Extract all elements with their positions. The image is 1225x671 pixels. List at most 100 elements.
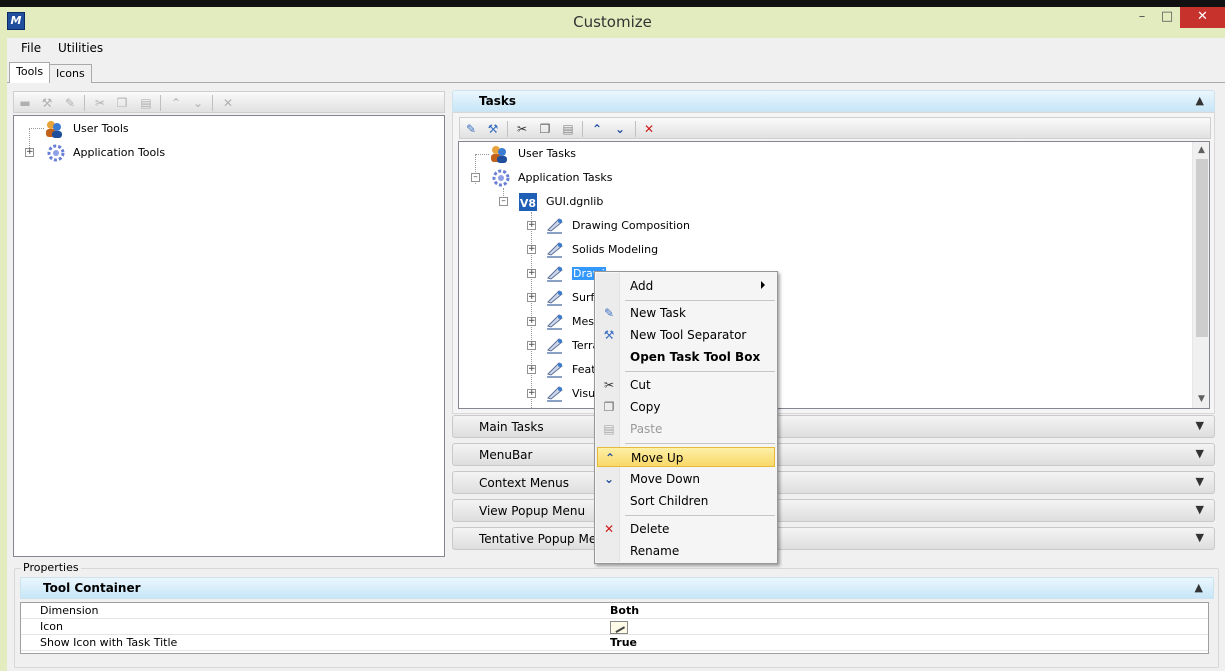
copy-icon[interactable]: ❐ (114, 95, 130, 111)
expand-icon[interactable]: + (527, 317, 536, 326)
submenu-arrow-icon (761, 281, 765, 289)
cut-icon[interactable]: ✂ (92, 95, 108, 111)
panel-menubar[interactable]: MenuBar ▼ (452, 443, 1215, 466)
delete-icon[interactable]: ✕ (220, 95, 236, 111)
tool-container-header[interactable]: Tool Container ▲ (20, 577, 1214, 599)
v8-library-icon: V8 (519, 193, 537, 211)
vertical-scrollbar[interactable]: ▲ ▼ (1192, 142, 1209, 408)
tree-item-task[interactable]: + Drawing Composition (459, 216, 859, 236)
expand-icon[interactable]: + (25, 148, 34, 157)
scroll-up-icon[interactable]: ▲ (1193, 142, 1209, 159)
menu-item-copy[interactable]: ❐ Copy (597, 397, 775, 417)
panel-context-menus[interactable]: Context Menus ▼ (452, 471, 1215, 494)
tree-item-application-tools[interactable]: + Application Tools (14, 143, 314, 163)
expand-icon[interactable]: ▼ (1196, 503, 1204, 516)
task-icon (547, 266, 563, 282)
property-row-icon[interactable]: Icon (21, 619, 1208, 635)
new-toolbox-icon[interactable]: ▬ (17, 95, 33, 111)
new-tool-icon[interactable]: ⚒ (39, 95, 55, 111)
tree-item-user-tools[interactable]: User Tools (14, 119, 314, 139)
window-title: Customize (573, 13, 652, 31)
menu-item-open-task-tool-box[interactable]: Open Task Tool Box (597, 347, 775, 367)
context-menu: Add ✎ New Task ⚒ New Tool Separator Open… (594, 271, 778, 564)
menu-item-move-up[interactable]: ⌃ Move Up (597, 447, 775, 467)
user-tools-icon (46, 121, 62, 138)
menu-item-paste[interactable]: ▤ Paste (597, 419, 775, 439)
expand-icon[interactable]: + (527, 341, 536, 350)
gear-icon (47, 144, 65, 162)
cut-icon: ✂ (603, 378, 615, 392)
tools-tree: User Tools + Application Tools (13, 115, 445, 557)
new-task-icon[interactable]: ✎ (463, 121, 479, 137)
expand-icon[interactable]: + (527, 269, 536, 278)
tree-item-application-tasks[interactable]: – Application Tasks (459, 168, 859, 188)
expand-icon[interactable]: ▼ (1196, 447, 1204, 460)
copy-icon[interactable]: ❐ (537, 121, 553, 137)
menu-item-rename[interactable]: Rename (597, 541, 775, 561)
task-icon (547, 386, 563, 402)
menu-item-delete[interactable]: ✕ Delete (597, 519, 775, 539)
tasks-panel-header[interactable]: Tasks ▲ (452, 90, 1215, 112)
expand-icon[interactable]: + (527, 293, 536, 302)
scroll-down-icon[interactable]: ▼ (1193, 391, 1209, 408)
menu-utilities[interactable]: Utilities (58, 41, 103, 55)
title-bar: M Customize – □ ✕ (0, 0, 1225, 38)
menu-item-sort-children[interactable]: Sort Children (597, 491, 775, 511)
menu-item-move-down[interactable]: ⌄ Move Down (597, 469, 775, 489)
move-up-icon[interactable]: ⌃ (589, 121, 605, 137)
new-separator-icon: ⚒ (603, 328, 615, 342)
task-icon (547, 242, 563, 258)
icon-preview-icon[interactable] (610, 620, 628, 634)
expand-icon[interactable]: ▼ (1196, 419, 1204, 432)
properties-grid: Dimension Both Icon Show Icon with Task … (20, 602, 1209, 654)
property-row-dimension[interactable]: Dimension Both (21, 603, 1208, 619)
menu-item-new-task[interactable]: ✎ New Task (597, 303, 775, 323)
delete-icon[interactable]: ✕ (641, 121, 657, 137)
task-icon (547, 314, 563, 330)
tab-strip: Tools Icons (7, 62, 1225, 83)
collapse-icon[interactable]: ▲ (1195, 581, 1203, 594)
tree-item-label: Solids Modeling (572, 243, 659, 256)
menu-item-add[interactable]: Add (597, 276, 775, 296)
new-separator-icon[interactable]: ✎ (62, 95, 78, 111)
scroll-thumb[interactable] (1196, 159, 1208, 337)
expand-icon[interactable]: + (527, 365, 536, 374)
panel-view-popup-menu[interactable]: View Popup Menu ▼ (452, 499, 1215, 522)
move-down-icon[interactable]: ⌄ (612, 121, 628, 137)
collapse-icon[interactable]: – (499, 197, 508, 206)
gear-icon (492, 169, 510, 187)
move-up-icon[interactable]: ⌃ (168, 95, 184, 111)
tree-item-label: Feat (572, 363, 596, 376)
svg-text:V8: V8 (520, 197, 536, 210)
tab-icons[interactable]: Icons (49, 64, 92, 83)
tree-item-label: Drawing Composition (572, 219, 690, 232)
tasks-panel: ✎ ⚒ ✂ ❐ ▤ ⌃ ⌄ ✕ User Tasks – Application… (452, 112, 1215, 414)
tree-item-task[interactable]: + Solids Modeling (459, 240, 859, 260)
cut-icon[interactable]: ✂ (514, 121, 530, 137)
expand-icon[interactable]: ▼ (1196, 475, 1204, 488)
tab-tools[interactable]: Tools (9, 62, 51, 83)
tasks-toolbar: ✎ ⚒ ✂ ❐ ▤ ⌃ ⌄ ✕ (459, 117, 1211, 139)
collapse-icon[interactable]: – (471, 173, 480, 182)
expand-icon[interactable]: + (527, 221, 536, 230)
panel-main-tasks[interactable]: Main Tasks ▼ (452, 415, 1215, 438)
paste-icon[interactable]: ▤ (560, 121, 576, 137)
maximize-button[interactable]: □ (1152, 7, 1182, 28)
tasks-tree: User Tasks – Application Tasks – V8 GUI.… (458, 141, 1210, 409)
collapse-icon[interactable]: ▲ (1196, 94, 1204, 107)
close-button[interactable]: ✕ (1180, 7, 1225, 28)
paste-icon[interactable]: ▤ (138, 95, 154, 111)
tree-item-gui-dgnlib[interactable]: – V8 GUI.dgnlib (459, 192, 859, 212)
expand-icon[interactable]: + (527, 389, 536, 398)
panel-tentative-popup-menu[interactable]: Tentative Popup Men ▼ (452, 527, 1215, 550)
expand-icon[interactable]: + (527, 245, 536, 254)
move-down-icon[interactable]: ⌄ (190, 95, 206, 111)
menu-file[interactable]: File (21, 41, 41, 55)
tools-toolbar: ▬ ⚒ ✎ ✂ ❐ ▤ ⌃ ⌄ ✕ (13, 91, 445, 113)
menu-item-new-tool-separator[interactable]: ⚒ New Tool Separator (597, 325, 775, 345)
menu-item-cut[interactable]: ✂ Cut (597, 375, 775, 395)
expand-icon[interactable]: ▼ (1196, 531, 1204, 544)
tree-item-user-tasks[interactable]: User Tasks (459, 144, 859, 164)
new-separator-icon[interactable]: ⚒ (485, 121, 501, 137)
property-row-show-icon[interactable]: Show Icon with Task Title True (21, 635, 1208, 651)
